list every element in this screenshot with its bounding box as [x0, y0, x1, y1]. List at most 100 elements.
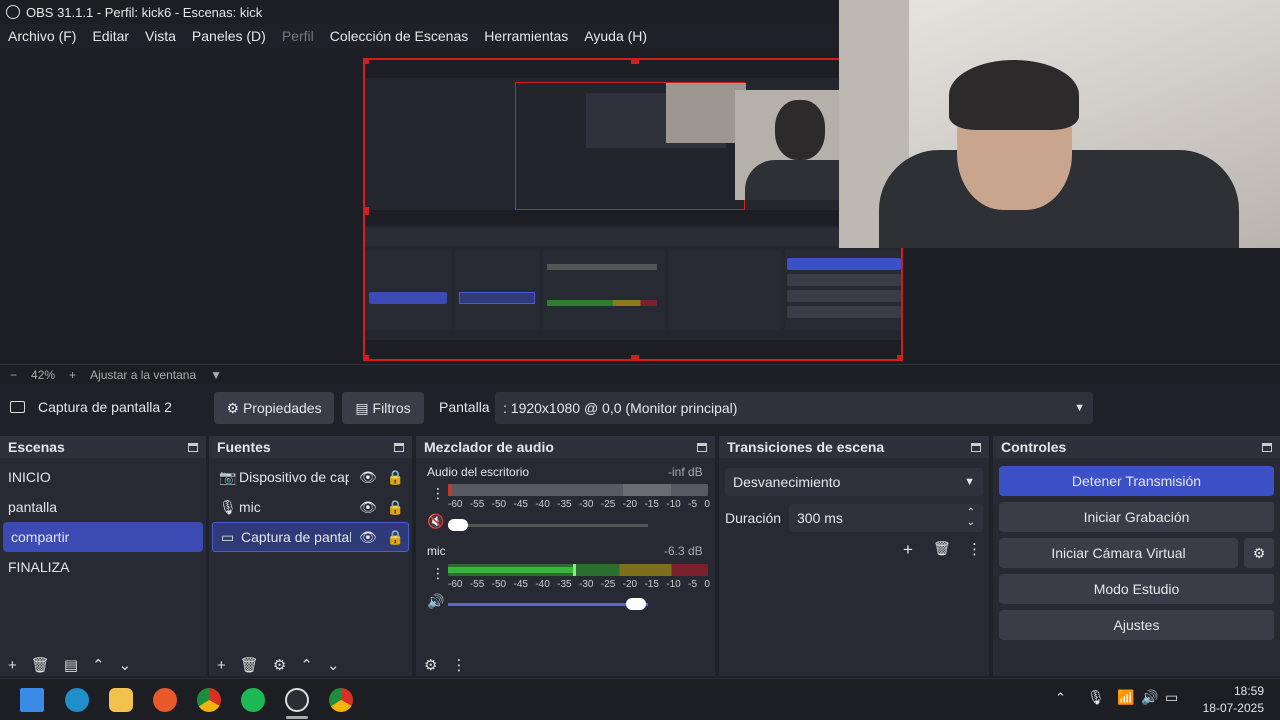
chevron-down-icon: ▼	[964, 476, 975, 488]
meter-ticks: -60 -55 -50 -45 -40 -35 -30 -25 -20 -15 -10 -5 0	[448, 499, 710, 510]
scene-item[interactable]: FINALIZA	[0, 552, 206, 582]
spin-icon[interactable]: ⌃ ⌄	[967, 508, 975, 528]
scene-item[interactable]: INICIO	[0, 462, 206, 492]
spotify-icon[interactable]	[241, 688, 265, 712]
volume-slider[interactable]	[448, 519, 648, 531]
gear-icon: ⚙	[1252, 544, 1266, 561]
menu-vista[interactable]: Vista	[145, 28, 176, 44]
zoom-out-button[interactable]: −	[10, 368, 17, 382]
more-icon[interactable]: ⋮	[431, 565, 445, 582]
scene-item-active[interactable]: compartir	[3, 522, 203, 552]
file-explorer-icon[interactable]	[109, 688, 133, 712]
undock-icon[interactable]	[1262, 442, 1272, 452]
source-toolbar: Captura de pantalla 2 ⚙ Propiedades ▤ Fi…	[0, 388, 1280, 428]
lock-icon[interactable]: 🔒	[387, 529, 404, 546]
undock-icon[interactable]	[394, 442, 404, 452]
settings-button[interactable]: Ajustes	[999, 610, 1274, 640]
speaker-icon[interactable]: 🔊	[427, 593, 444, 610]
lock-icon[interactable]: 🔒	[387, 469, 404, 486]
source-item[interactable]: 📷 Dispositivo de cap 👁 🔒	[209, 462, 412, 492]
zoom-in-button[interactable]: +	[69, 368, 76, 382]
menu-herramientas[interactable]: Herramientas	[484, 28, 568, 44]
clock-date[interactable]: 18-07-2025	[1190, 701, 1264, 715]
start-virtual-camera-button[interactable]: Iniciar Cámara Virtual	[999, 538, 1238, 568]
transitions-title: Transiciones de escena	[727, 439, 885, 455]
microphone-icon[interactable]: 🎙	[1087, 689, 1105, 706]
filter-icon[interactable]: ▤	[64, 656, 78, 674]
eye-icon[interactable]: 👁	[359, 469, 377, 486]
trash-icon[interactable]: 🗑	[240, 656, 259, 674]
track-level: -6.3 dB	[664, 544, 703, 558]
add-icon[interactable]: +	[903, 540, 913, 560]
gear-icon[interactable]: ⚙	[424, 656, 437, 674]
properties-label: Propiedades	[242, 400, 322, 416]
trash-icon[interactable]: 🗑	[31, 656, 50, 674]
track-level: -inf dB	[668, 465, 703, 479]
menu-editar[interactable]: Editar	[92, 28, 129, 44]
zoom-dropdown-icon[interactable]: ▼	[210, 368, 222, 382]
move-up-icon[interactable]: ⌃	[300, 656, 313, 674]
screen-select[interactable]: : 1920x1080 @ 0,0 (Monitor principal) ▼	[495, 392, 1093, 424]
properties-button[interactable]: ⚙ Propiedades	[214, 392, 334, 424]
add-icon[interactable]: +	[217, 657, 226, 674]
source-item-active[interactable]: ▭ Captura de pantall 👁 🔒	[212, 522, 409, 552]
window-title: OBS 31.1.1 - Perfil: kick6 - Escenas: ki…	[26, 4, 263, 20]
lock-icon[interactable]: 🔒	[387, 499, 404, 516]
move-down-icon[interactable]: ⌄	[119, 656, 132, 674]
menu-archivo[interactable]: Archivo (F)	[8, 28, 76, 44]
menu-paneles[interactable]: Paneles (D)	[192, 28, 266, 44]
gear-icon[interactable]: ⚙	[273, 656, 286, 674]
trash-icon[interactable]: 🗑	[933, 540, 951, 557]
nested-preview	[515, 82, 746, 210]
undock-icon[interactable]	[697, 442, 707, 452]
filters-button[interactable]: ▤ Filtros	[342, 392, 424, 424]
muted-speaker-icon[interactable]: 🔇	[427, 513, 444, 530]
battery-icon[interactable]: ▭	[1165, 689, 1178, 706]
nested-sourcebar	[365, 228, 901, 246]
menu-ayuda[interactable]: Ayuda (H)	[584, 28, 647, 44]
duration-value: 300 ms	[797, 510, 843, 526]
clock-time[interactable]: 18:59	[1198, 684, 1264, 698]
menu-coleccion-escenas[interactable]: Colección de Escenas	[330, 28, 469, 44]
volume-meter	[448, 564, 708, 576]
chevron-up-icon[interactable]: ⌃	[1055, 690, 1066, 706]
windows-start-icon[interactable]	[20, 688, 44, 712]
filter-icon: ▤	[355, 399, 369, 416]
chrome-icon[interactable]	[329, 688, 353, 712]
chrome-icon[interactable]	[197, 688, 221, 712]
more-icon[interactable]: ⋮	[431, 485, 445, 502]
eye-icon[interactable]: 👁	[359, 529, 377, 546]
sources-footer: + 🗑 ⚙ ⌃ ⌄	[209, 654, 412, 676]
transition-select[interactable]: Desvanecimiento ▼	[725, 468, 983, 496]
more-icon[interactable]: ⋮	[967, 540, 982, 558]
controls-dock: Controles Detener Transmisión Iniciar Gr…	[993, 436, 1280, 676]
mixer-title: Mezclador de audio	[424, 439, 554, 455]
add-icon[interactable]: +	[8, 657, 17, 674]
meter-ticks: -60 -55 -50 -45 -40 -35 -30 -25 -20 -15 -10 -5 0	[448, 579, 710, 590]
move-up-icon[interactable]: ⌃	[92, 656, 105, 674]
fit-to-window[interactable]: Ajustar a la ventana	[90, 368, 196, 382]
volume-icon[interactable]: 🔊	[1141, 689, 1158, 706]
source-item[interactable]: 🎙 mic 👁 🔒	[209, 492, 412, 522]
scene-item[interactable]: pantalla	[0, 492, 206, 522]
edge-icon[interactable]	[65, 688, 89, 712]
volume-slider[interactable]	[448, 598, 648, 610]
firefox-icon[interactable]	[153, 688, 177, 712]
stop-streaming-button[interactable]: Detener Transmisión	[999, 466, 1274, 496]
controls-title: Controles	[1001, 439, 1067, 455]
move-down-icon[interactable]: ⌄	[327, 656, 340, 674]
undock-icon[interactable]	[188, 442, 198, 452]
screen-capture-preview[interactable]	[363, 58, 903, 361]
menu-perfil[interactable]: Perfil	[282, 28, 314, 44]
studio-mode-button[interactable]: Modo Estudio	[999, 574, 1274, 604]
source-label: Dispositivo de cap	[239, 469, 349, 485]
wifi-icon[interactable]: 📶	[1117, 689, 1134, 706]
undock-icon[interactable]	[971, 442, 981, 452]
more-icon[interactable]: ⋮	[451, 656, 466, 674]
mixer-header: Mezclador de audio	[416, 436, 715, 458]
start-recording-button[interactable]: Iniciar Grabación	[999, 502, 1274, 532]
duration-input[interactable]: 300 ms ⌃ ⌄	[789, 504, 983, 532]
virtual-camera-settings-button[interactable]: ⚙	[1244, 538, 1274, 568]
obs-icon[interactable]	[285, 688, 309, 712]
eye-icon[interactable]: 👁	[359, 499, 377, 516]
